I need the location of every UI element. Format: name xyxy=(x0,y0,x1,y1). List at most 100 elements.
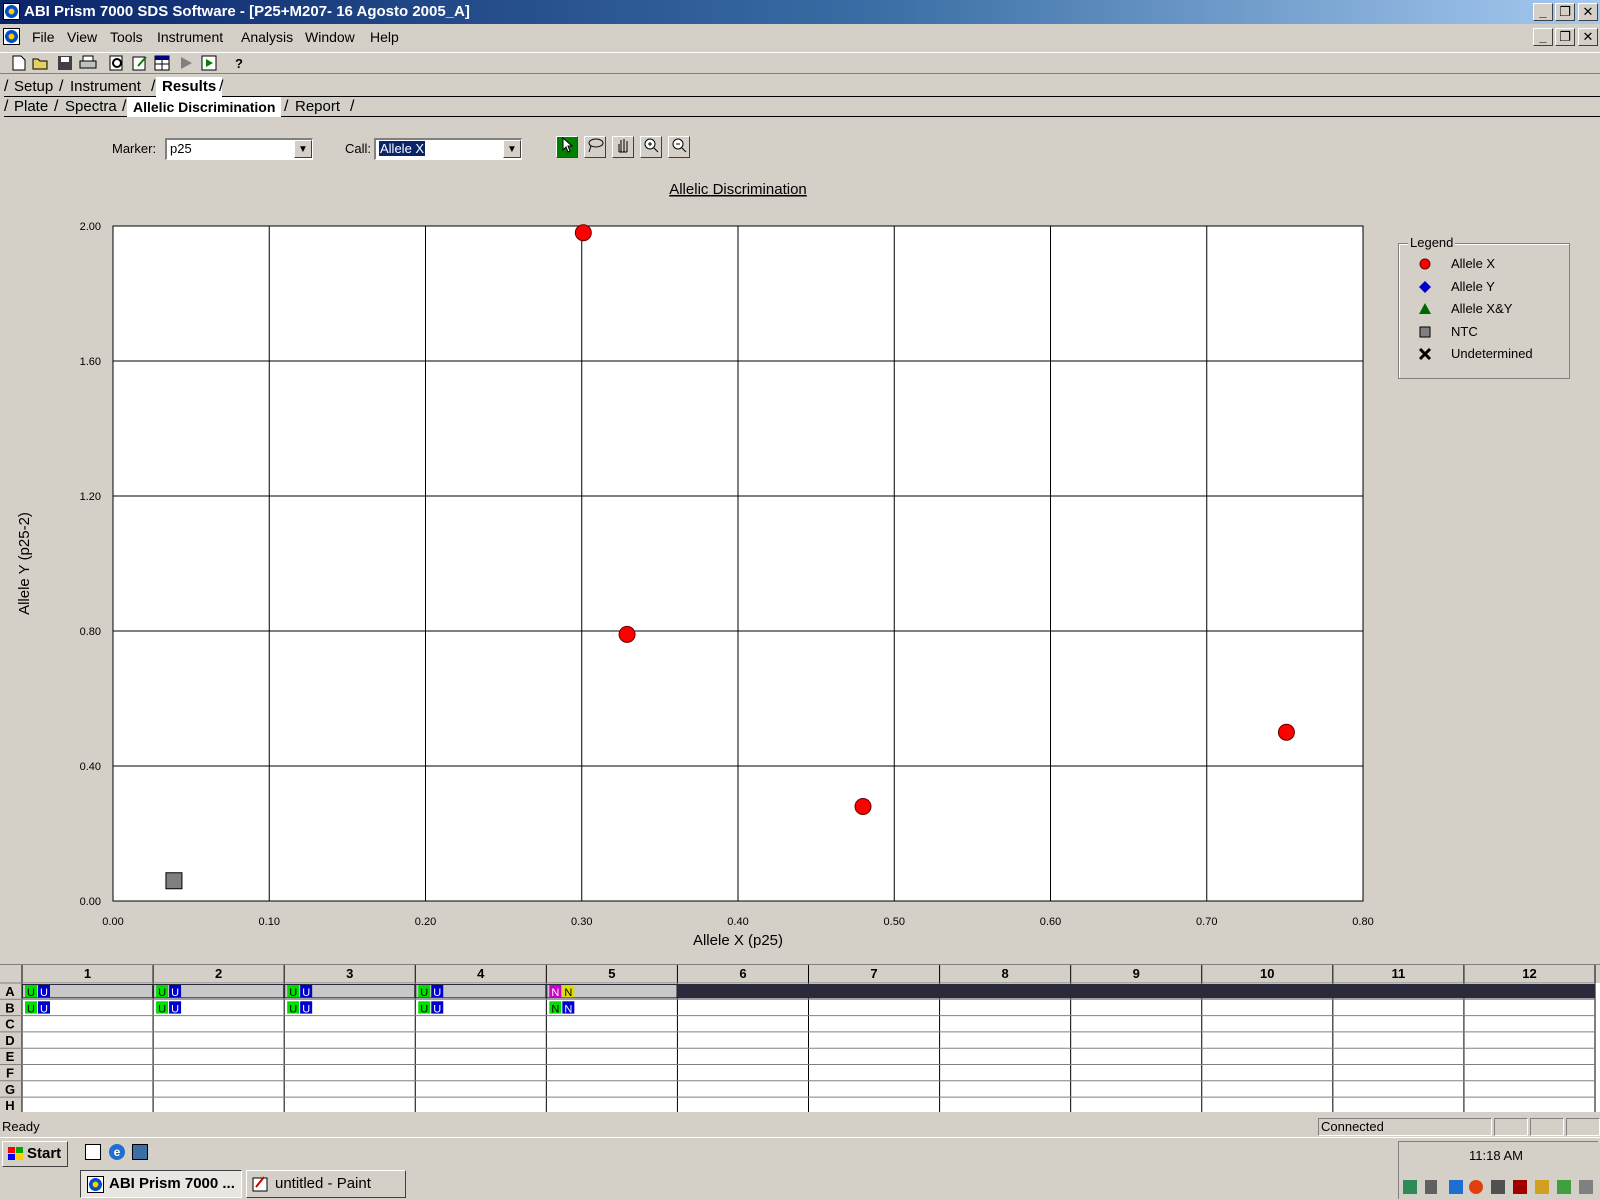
document-icon[interactable] xyxy=(3,28,20,45)
plate-column-label[interactable]: 8 xyxy=(1002,966,1009,981)
plate-row-label[interactable]: A xyxy=(5,984,15,999)
monitor-icon[interactable] xyxy=(1491,1180,1505,1194)
menu-instrument[interactable]: Instrument xyxy=(157,24,223,50)
connection-status: Connected xyxy=(1318,1118,1492,1136)
plate-row-label[interactable]: G xyxy=(5,1082,15,1097)
plate-column-label[interactable]: 7 xyxy=(870,966,877,981)
tab-spectra[interactable]: Spectra xyxy=(59,97,123,117)
chevron-down-icon[interactable]: ▼ xyxy=(503,140,521,158)
tab-setup[interactable]: Setup xyxy=(8,77,59,97)
tray-app-icon[interactable] xyxy=(1557,1180,1571,1194)
edit-icon[interactable] xyxy=(131,55,149,72)
tray-app-icon[interactable] xyxy=(1449,1180,1463,1194)
plate-column-label[interactable]: 2 xyxy=(215,966,222,981)
marker-select[interactable]: p25 ▼ xyxy=(165,138,313,160)
legend-marker-square-icon xyxy=(1419,326,1431,337)
x-tick-label: 0.70 xyxy=(1196,916,1217,928)
title-bar[interactable]: ABI Prism 7000 SDS Software - [P25+M207-… xyxy=(0,0,1600,24)
network-icon[interactable] xyxy=(1403,1180,1417,1194)
open-icon[interactable] xyxy=(32,55,50,72)
disconnected-icon[interactable] xyxy=(1513,1180,1527,1194)
menu-view[interactable]: View xyxy=(67,24,97,50)
x-tick-label: 0.60 xyxy=(1040,916,1061,928)
table-icon[interactable] xyxy=(153,55,171,72)
plate-row-label[interactable]: B xyxy=(5,1000,14,1015)
legend-label: Allele Y xyxy=(1451,278,1495,294)
data-point-allele-x[interactable] xyxy=(854,798,872,815)
doc-restore-button[interactable]: ❐ xyxy=(1555,28,1575,46)
switch-icon[interactable] xyxy=(132,1144,148,1160)
task-sds-software[interactable]: ABI Prism 7000 ... xyxy=(80,1170,242,1198)
menu-file[interactable]: File xyxy=(32,24,55,50)
ie-icon[interactable]: e xyxy=(109,1144,125,1160)
legend-marker-triangle-icon xyxy=(1419,303,1431,314)
data-point-allele-x[interactable] xyxy=(574,224,592,242)
toolbar: ? xyxy=(0,52,1600,74)
volume-icon[interactable] xyxy=(1425,1180,1437,1194)
print-icon[interactable] xyxy=(79,55,97,72)
run-icon[interactable] xyxy=(200,55,218,72)
task-paint[interactable]: untitled - Paint xyxy=(246,1170,406,1198)
pan-tool-icon[interactable] xyxy=(612,136,634,158)
doc-close-button[interactable]: ✕ xyxy=(1578,28,1598,46)
plate-row-label[interactable]: C xyxy=(5,1017,15,1032)
tab-results[interactable]: Results xyxy=(156,77,223,97)
menu-tools[interactable]: Tools xyxy=(110,24,143,50)
tab-allelic-discrimination[interactable]: Allelic Discrimination xyxy=(127,97,282,117)
plate-column-label[interactable]: 10 xyxy=(1260,966,1274,981)
plate-column-label[interactable]: 4 xyxy=(477,966,485,981)
window-title: ABI Prism 7000 SDS Software - [P25+M207-… xyxy=(24,3,470,20)
app-icon[interactable] xyxy=(3,3,20,20)
lasso-tool-icon[interactable] xyxy=(584,136,606,158)
data-point-allele-x[interactable] xyxy=(1277,723,1295,741)
tab-instrument[interactable]: Instrument xyxy=(64,77,147,97)
plate-column-label[interactable]: 6 xyxy=(739,966,746,981)
zoom-out-icon[interactable] xyxy=(668,136,690,158)
data-point-allele-x[interactable] xyxy=(618,625,636,643)
start-button[interactable]: Start xyxy=(2,1141,68,1167)
menu-window[interactable]: Window xyxy=(305,24,355,50)
data-point-ntc[interactable] xyxy=(165,872,183,890)
well-tag-label: U xyxy=(171,987,179,999)
menu-analysis[interactable]: Analysis xyxy=(241,24,293,50)
tray-app-icon[interactable] xyxy=(1579,1180,1593,1194)
legend-marker-x-icon xyxy=(1418,347,1432,361)
tray-app-icon[interactable] xyxy=(1469,1180,1483,1194)
plate-column-label[interactable]: 3 xyxy=(346,966,353,981)
plate-column-label[interactable]: 11 xyxy=(1392,966,1406,981)
call-value: Allele X xyxy=(379,141,426,156)
plate-column-label[interactable]: 1 xyxy=(84,966,91,981)
legend-marker-circle-icon xyxy=(1419,258,1431,270)
chevron-down-icon[interactable]: ▼ xyxy=(294,140,312,158)
play-icon[interactable] xyxy=(177,55,195,72)
plate-row-label[interactable]: D xyxy=(5,1033,14,1048)
plate-column-label[interactable]: 12 xyxy=(1522,966,1536,981)
tab-plate[interactable]: Plate xyxy=(8,97,54,117)
well-tag-label: U xyxy=(40,987,48,999)
plate-row-label[interactable]: F xyxy=(6,1066,14,1081)
marker-value: p25 xyxy=(170,141,192,156)
zoom-in-icon[interactable] xyxy=(640,136,662,158)
tab-report[interactable]: Report xyxy=(289,97,346,117)
save-icon[interactable] xyxy=(56,55,74,72)
main-tabs: / Setup / Instrument / Results / xyxy=(4,77,1600,97)
plate-grid[interactable]: 1 2 3 4 5 6 7 8 9 10 11 12ABCDEFGHU U U U U U U U N NU U U U U U U… xyxy=(0,964,1600,1112)
close-button[interactable]: ✕ xyxy=(1578,3,1598,21)
tray-app-icon[interactable] xyxy=(1535,1180,1549,1194)
clock[interactable]: 11:18 AM xyxy=(1469,1148,1523,1163)
restore-button[interactable]: ❐ xyxy=(1555,3,1575,21)
plate-row-label[interactable]: E xyxy=(6,1049,15,1064)
minimize-button[interactable]: _ xyxy=(1533,3,1553,21)
desktop-icon[interactable] xyxy=(85,1144,101,1160)
plate-column-label[interactable]: 5 xyxy=(608,966,615,981)
well-tag-label: U xyxy=(40,1003,48,1015)
preview-icon[interactable] xyxy=(108,55,126,72)
select-tool-icon[interactable] xyxy=(556,136,578,158)
help-icon[interactable]: ? xyxy=(230,55,248,72)
call-select[interactable]: Allele X ▼ xyxy=(374,138,522,160)
new-icon[interactable] xyxy=(10,55,28,72)
plate-column-label[interactable]: 9 xyxy=(1133,966,1140,981)
menu-help[interactable]: Help xyxy=(370,24,399,50)
plate-row-label[interactable]: H xyxy=(5,1098,14,1112)
doc-minimize-button[interactable]: _ xyxy=(1533,28,1553,46)
